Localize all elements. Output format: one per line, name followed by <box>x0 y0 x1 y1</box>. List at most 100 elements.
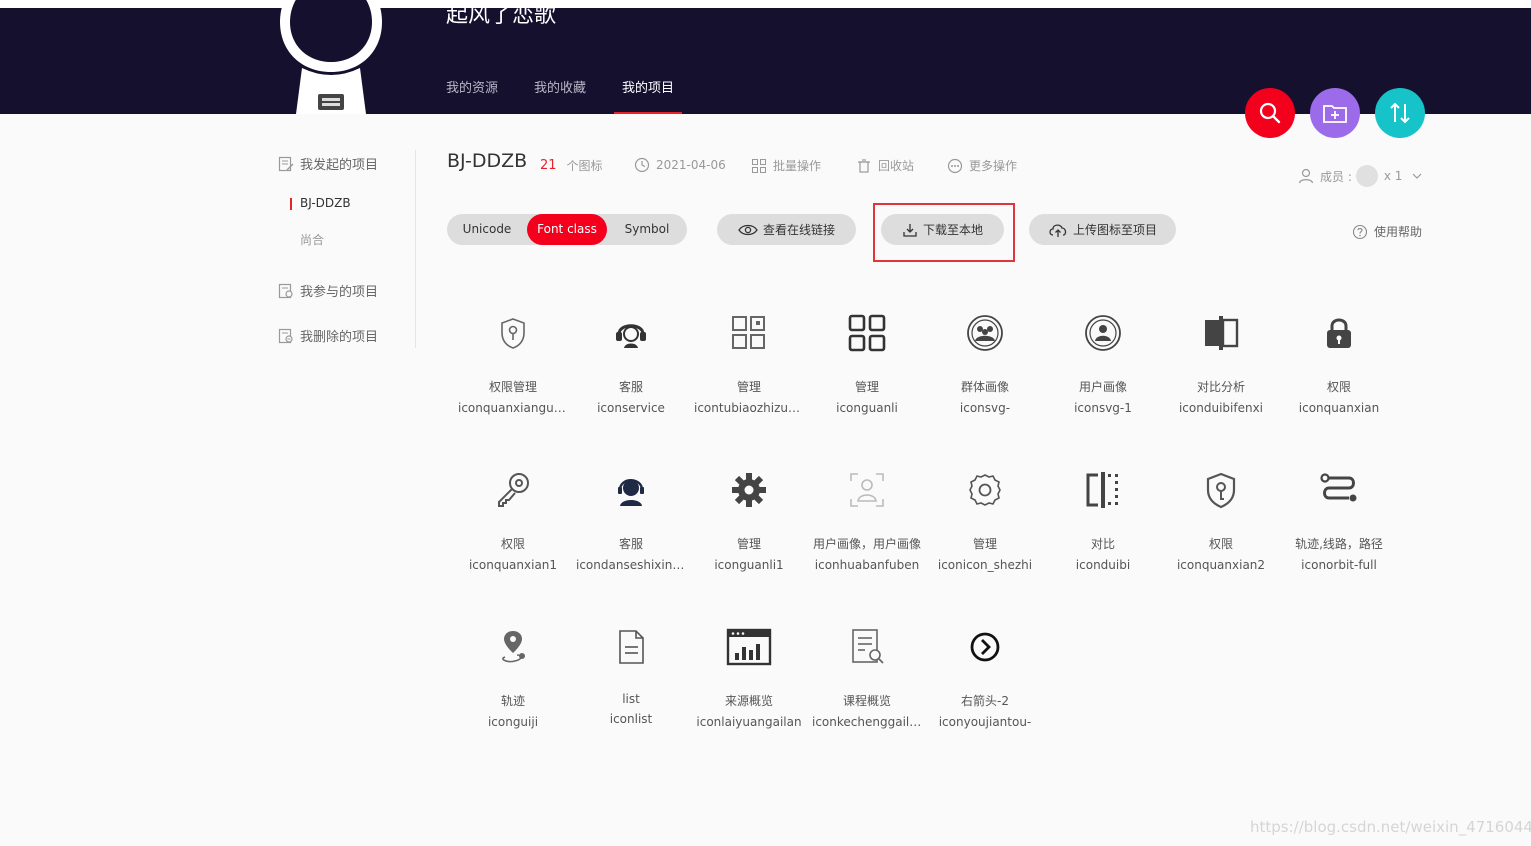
icon-card[interactable]: 对比 iconduibi <box>1044 457 1162 614</box>
eye-icon <box>738 224 758 235</box>
sidebar-project-shanghe[interactable]: 尚合 <box>300 231 324 248</box>
icon-name: 权限 <box>1208 537 1233 551</box>
icon-name: 课程概览 <box>842 694 891 708</box>
grid-outline-icon <box>732 316 765 349</box>
nav-my-resources[interactable]: 我的资源 <box>446 78 498 114</box>
icon-name: 管理 <box>736 537 761 551</box>
customer-service-icon <box>618 479 644 506</box>
icon-name: 用户画像 <box>1078 380 1127 394</box>
tab-unicode[interactable]: Unicode <box>447 214 527 245</box>
sort-button[interactable] <box>1375 88 1425 138</box>
icon-code: iconkechenggailan <box>812 715 925 729</box>
question-circle-icon <box>1352 224 1368 239</box>
member-user-icon <box>1298 168 1314 184</box>
batch-grid-icon <box>752 158 766 173</box>
icon-name: list <box>622 692 640 706</box>
icon-name: 管理 <box>854 380 879 394</box>
code-type-tabs: Unicode Font class Symbol <box>447 214 687 245</box>
icon-code: iconyoujiantou- <box>938 715 1032 729</box>
icon-card[interactable]: 对比分析 iconduibifenxi <box>1162 300 1280 457</box>
top-nav: 我的资源 我的收藏 我的项目 <box>446 78 710 114</box>
member-avatar[interactable] <box>1355 165 1378 187</box>
download-local-button[interactable]: 下载至本地 <box>881 214 1004 245</box>
icon-card[interactable]: 管理 iconguanli <box>808 300 926 457</box>
icon-count-number: 21 <box>540 158 557 173</box>
icon-card[interactable]: 管理 iconguanli1 <box>690 457 808 614</box>
icon-card[interactable]: 权限 iconquanxian2 <box>1162 457 1280 614</box>
icon-name: 客服 <box>618 380 643 394</box>
icon-card[interactable]: 轨迹 iconguiji <box>454 614 572 771</box>
add-project-button[interactable] <box>1310 88 1360 138</box>
batch-operations-button[interactable]: 批量操作 <box>751 157 821 174</box>
trash-icon <box>858 158 870 173</box>
compare-analysis-icon <box>1205 316 1239 350</box>
document-list-icon <box>619 630 644 664</box>
icon-card[interactable]: 权限 iconquanxian <box>1280 300 1398 457</box>
folder-plus-icon <box>1323 105 1347 123</box>
chevron-down-icon <box>1412 173 1422 179</box>
icon-card[interactable]: 右箭头-2 iconyoujiantou- <box>926 614 1044 771</box>
icon-code: icondanseshixintubiao <box>576 558 690 572</box>
members-count: x 1 <box>1383 169 1403 183</box>
more-operations-button[interactable]: 更多操作 <box>947 157 1017 174</box>
view-online-link-button[interactable]: 查看在线链接 <box>717 214 856 245</box>
icon-card[interactable]: 群体画像 iconsvg- <box>926 300 1044 457</box>
icon-code: iconquanxian2 <box>1176 558 1266 572</box>
project-date-text: 2021-04-06 <box>656 158 726 172</box>
tab-symbol[interactable]: Symbol <box>607 214 687 245</box>
shield-key-icon <box>501 318 525 349</box>
icon-name: 权限管理 <box>488 380 537 394</box>
sidebar-deleted-projects[interactable]: 我删除的项目 <box>278 326 378 345</box>
nav-my-favorites[interactable]: 我的收藏 <box>534 78 586 114</box>
icon-code: iconservice <box>597 401 665 415</box>
search-button[interactable] <box>1245 88 1295 138</box>
icon-card[interactable]: 课程概览 iconkechenggailan <box>808 614 926 771</box>
avatar[interactable] <box>278 0 384 114</box>
tab-font-class[interactable]: Font class <box>527 214 607 245</box>
header-banner <box>0 8 1531 114</box>
icon-name: 右箭头-2 <box>961 694 1009 708</box>
upload-icons-label: 上传图标至项目 <box>1072 223 1157 237</box>
help-link[interactable]: 使用帮助 <box>1352 223 1422 240</box>
bar-window-icon <box>726 628 772 666</box>
icon-card[interactable]: 管理 icontubiaozhizuomoban <box>690 300 808 457</box>
icon-code: iconguanli1 <box>714 558 784 572</box>
more-dots-icon <box>947 158 963 173</box>
icon-card[interactable]: 来源概览 iconlaiyuangailan <box>690 614 808 771</box>
sidebar-initiated-projects[interactable]: 我发起的项目 <box>278 154 378 173</box>
icon-card[interactable]: list iconlist <box>572 614 690 771</box>
sidebar-participated-projects[interactable]: 我参与的项目 <box>278 281 378 300</box>
icon-code: iconhuabanfuben <box>814 558 920 572</box>
key-icon <box>498 473 529 507</box>
icon-card[interactable]: 客服 iconservice <box>572 300 690 457</box>
location-track-icon <box>502 631 525 663</box>
sidebar: 我发起的项目 BJ-DDZB 尚合 我参与的项目 我删除的项目 <box>278 150 416 348</box>
document-search-icon <box>852 629 884 664</box>
user-portrait-icon <box>1085 315 1121 351</box>
route-icon <box>1320 473 1357 502</box>
icon-card[interactable]: 轨迹,线路，路径 iconorbit-full <box>1280 457 1398 614</box>
icon-card[interactable]: 管理 iconicon_shezhi <box>926 457 1044 614</box>
icon-name: 管理 <box>736 380 761 394</box>
icon-card[interactable]: 权限 iconquanxian1 <box>454 457 572 614</box>
shield-icon <box>1206 472 1236 509</box>
members-dropdown[interactable]: 成员 : x 1 <box>1298 165 1422 187</box>
nav-my-projects[interactable]: 我的项目 <box>614 78 683 114</box>
icon-card[interactable]: 权限管理 iconquanxianguanli <box>454 300 572 457</box>
icon-count-label: 个图标 <box>566 159 603 173</box>
icon-card[interactable]: 客服 icondanseshixintubiao <box>572 457 690 614</box>
icon-code: iconduibi <box>1075 558 1131 572</box>
view-online-link-label: 查看在线链接 <box>762 223 835 237</box>
download-icon <box>903 223 917 237</box>
icon-code: iconlist <box>609 712 653 726</box>
icon-name: 来源概览 <box>724 694 773 708</box>
icon-name: 群体画像 <box>960 380 1009 394</box>
sidebar-project-bj-ddzb[interactable]: BJ-DDZB <box>290 196 351 210</box>
icon-card[interactable]: 用户画像 iconsvg-1 <box>1044 300 1162 457</box>
icon-name: 权限 <box>500 537 525 551</box>
sort-arrows-icon <box>1390 102 1410 124</box>
upload-icons-button[interactable]: 上传图标至项目 <box>1029 214 1176 245</box>
icon-grid: 权限管理 iconquanxianguanli 客服 iconservice 管… <box>454 300 1398 771</box>
recycle-bin-button[interactable]: 回收站 <box>856 157 914 174</box>
icon-card[interactable]: 用户画像，用户画像 iconhuabanfuben <box>808 457 926 614</box>
